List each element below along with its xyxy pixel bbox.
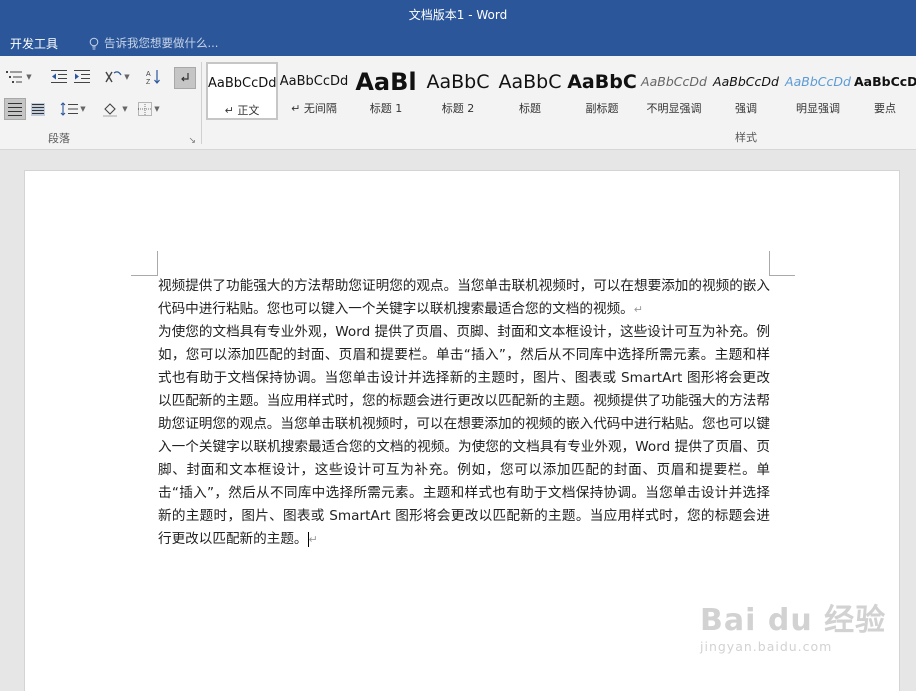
style-title[interactable]: AaBbC 标题 — [494, 62, 566, 120]
paint-bucket-icon — [103, 102, 118, 117]
styles-group-label: 样式 — [735, 131, 757, 144]
increase-indent-button[interactable] — [71, 66, 93, 88]
style-name: 不明显强调 — [646, 102, 702, 115]
sort-icon: A Z — [146, 70, 160, 85]
window-title: 文档版本1 - Word — [408, 8, 508, 22]
shading-button[interactable]: ▼ — [100, 98, 130, 120]
sort-button[interactable]: A Z — [142, 66, 166, 88]
paragraph-group: ▼ ▼ A Z ▼ ▼ ▼ 段落 ↘ — [0, 56, 200, 150]
crop-mark — [131, 275, 157, 276]
increase-indent-icon — [74, 70, 90, 83]
style-sample: AaBbC — [567, 71, 637, 93]
style-subtle-emphasis[interactable]: AaBbCcDd 不明显强调 — [638, 62, 710, 120]
style-name: 副标题 — [585, 102, 619, 115]
paragraph-mark: ↵ — [308, 533, 318, 546]
style-sample: AaBbCcDd — [785, 74, 851, 89]
style-emphasis[interactable]: AaBbCcDd 强调 — [710, 62, 782, 120]
paragraph[interactable]: 为使您的文档具有专业外观，Word 提供了页眉、页脚、封面和文本框设计，这些设计… — [158, 321, 770, 551]
style-normal[interactable]: AaBbCcDd ↵ 正文 — [206, 62, 278, 120]
chinese-layout-button[interactable]: ▼ — [102, 66, 132, 88]
paragraph-text: 为使您的文档具有专业外观，Word 提供了页眉、页脚、封面和文本框设计，这些设计… — [158, 324, 770, 547]
document-body[interactable]: 视频提供了功能强大的方法帮助您证明您的观点。当您单击联机视频时，可以在想要添加的… — [158, 275, 770, 551]
distributed-icon — [31, 102, 45, 116]
lightbulb-icon — [89, 37, 99, 49]
tell-me-box[interactable]: 告诉我您想要做什么... — [88, 35, 218, 51]
style-intense-emphasis[interactable]: AaBbCcDd 明显强调 — [782, 62, 854, 120]
style-sample: AaBbCcDd — [641, 74, 707, 89]
multilevel-list-icon — [6, 71, 23, 83]
style-heading-1[interactable]: AaBl 标题 1 — [350, 62, 422, 120]
style-heading-2[interactable]: AaBbC 标题 2 — [422, 62, 494, 120]
multilevel-list-button[interactable]: ▼ — [4, 66, 34, 88]
show-hide-marks-button[interactable] — [174, 67, 196, 89]
borders-button[interactable]: ▼ — [134, 98, 164, 120]
paragraph-group-label: 段落 — [48, 132, 70, 145]
decrease-indent-icon — [51, 70, 67, 83]
watermark-brand: Bai du 经验 — [700, 603, 887, 638]
styles-gallery: AaBbCcDd ↵ 正文 AaBbCcDd ↵ 无间隔 AaBl 标题 1 A… — [206, 62, 916, 122]
tell-me-text: 告诉我您想要做什么... — [104, 36, 219, 50]
style-sample: AaBbCcDd — [208, 76, 276, 91]
line-spacing-icon — [60, 102, 79, 116]
crop-mark — [769, 275, 795, 276]
style-prefix: ↵ — [224, 104, 234, 117]
justify-button[interactable] — [4, 98, 26, 120]
justify-icon — [8, 102, 22, 116]
watermark-url: jingyan.baidu.com — [700, 639, 833, 654]
style-no-spacing[interactable]: AaBbCcDd ↵ 无间隔 — [278, 62, 350, 120]
style-name: 明显强调 — [796, 102, 840, 115]
line-spacing-button[interactable]: ▼ — [58, 98, 88, 120]
style-name: 正文 — [237, 104, 260, 117]
baidu-watermark: Bai du 经验 jingyan.baidu.com — [700, 595, 886, 654]
style-prefix: ↵ — [291, 102, 301, 115]
style-strong[interactable]: AaBbCcD 要点 — [854, 62, 916, 120]
svg-text:Z: Z — [146, 79, 151, 85]
style-sample: AaBl — [355, 68, 417, 96]
svg-text:A: A — [146, 71, 151, 78]
dialog-launcher-icon[interactable]: ↘ — [188, 136, 196, 146]
chinese-layout-icon — [105, 71, 122, 83]
borders-icon — [138, 102, 153, 116]
paragraph-text: 视频提供了功能强大的方法帮助您证明您的观点。当您单击联机视频时，可以在想要添加的… — [158, 278, 770, 317]
style-name: 无间隔 — [303, 102, 337, 115]
style-sample: AaBbCcDd — [279, 74, 349, 89]
decrease-indent-button[interactable] — [48, 66, 70, 88]
style-name: 要点 — [874, 102, 896, 115]
style-sample: AaBbC — [426, 71, 490, 93]
ribbon: ▼ ▼ A Z ▼ ▼ ▼ 段落 ↘ AaBbCcDd ↵ 正文 AaBbCcD… — [0, 56, 916, 150]
ribbon-tab-bar: 开发工具 告诉我您想要做什么... — [0, 30, 916, 56]
paragraph-mark-icon — [181, 73, 189, 82]
title-bar: 文档版本1 - Word — [0, 0, 916, 30]
style-subtitle[interactable]: AaBbC 副标题 — [566, 62, 638, 120]
crop-mark — [769, 251, 770, 276]
style-name: 标题 2 — [441, 102, 475, 115]
paragraph[interactable]: 视频提供了功能强大的方法帮助您证明您的观点。当您单击联机视频时，可以在想要添加的… — [158, 275, 770, 321]
crop-mark — [157, 251, 158, 276]
distributed-button[interactable] — [27, 98, 49, 120]
group-divider — [201, 62, 202, 144]
style-sample: AaBbCcDd — [713, 74, 779, 89]
style-sample: AaBbCcD — [854, 74, 916, 89]
style-name: 标题 1 — [369, 102, 403, 115]
style-sample: AaBbC — [498, 71, 562, 93]
style-name: 标题 — [519, 102, 541, 115]
style-name: 强调 — [735, 102, 757, 115]
tab-developer[interactable]: 开发工具 — [10, 35, 58, 52]
paragraph-mark: ↵ — [633, 303, 643, 316]
